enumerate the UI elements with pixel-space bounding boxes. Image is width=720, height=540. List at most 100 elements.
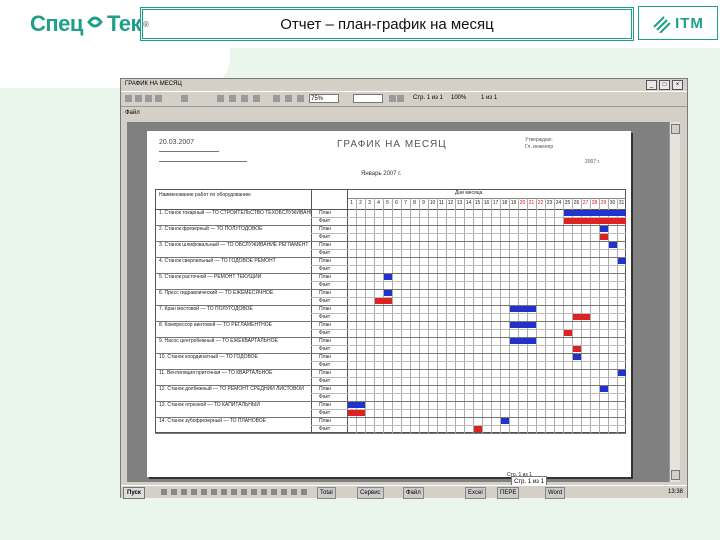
start-button[interactable]: Пуск — [123, 487, 145, 499]
report-month: Январь 2007 г. — [361, 171, 402, 177]
day-number: 29 — [600, 200, 607, 206]
zoom-select[interactable]: 75% — [309, 94, 339, 103]
file-menu[interactable]: Файл — [125, 110, 140, 116]
scroll-down-arrow[interactable] — [671, 470, 680, 480]
binoculars-icon[interactable] — [253, 95, 260, 102]
fact-label: Факт — [319, 330, 331, 336]
plan-bar — [384, 274, 392, 280]
prev-page-icon[interactable] — [135, 95, 142, 102]
save-icon[interactable] — [229, 95, 236, 102]
task-label: 3. Станок шлифовальный — ТО ОБСЛУЖИВАНИЕ… — [159, 242, 309, 248]
zoom-out-icon[interactable] — [297, 95, 304, 102]
task-label: 2. Станок фрезерный — ТО ПОЛУГОДОВОЕ — [159, 226, 263, 232]
taskbar-clock: 13:38 — [667, 489, 683, 495]
quicklaunch-icon[interactable] — [221, 489, 227, 495]
task-label: 5. Станок расточной — РЕМОНТ ТЕКУЩИЙ — [159, 274, 262, 280]
task-label: 14. Станок зубофрезерный — ТО ПЛАНОВОЕ — [159, 418, 267, 424]
taskbar-item[interactable]: ПЕРЕ — [497, 487, 520, 499]
print-icon[interactable] — [181, 95, 188, 102]
day-number: 2 — [359, 200, 362, 206]
day-number: 30 — [609, 200, 616, 206]
taskbar-item[interactable]: Файл — [403, 487, 424, 499]
quicklaunch-icon[interactable] — [161, 489, 167, 495]
search-icon[interactable] — [241, 95, 248, 102]
fact-label: Факт — [319, 298, 331, 304]
quicklaunch-icon[interactable] — [251, 489, 257, 495]
vertical-scrollbar[interactable] — [669, 122, 680, 482]
minimize-button[interactable]: _ — [646, 80, 657, 90]
quicklaunch-icon[interactable] — [231, 489, 237, 495]
plan-bar — [510, 322, 536, 328]
fact-label: Факт — [319, 362, 331, 368]
day-number: 13 — [456, 200, 463, 206]
slide-title: Отчет – план-график на месяц — [140, 7, 634, 41]
quicklaunch-icon[interactable] — [201, 489, 207, 495]
plan-label: План — [319, 274, 332, 280]
spectek-logo: Спец Тек ® — [30, 8, 149, 40]
plan-label: План — [319, 354, 332, 360]
taskbar-item[interactable]: Word — [545, 487, 566, 499]
fact-label: Факт — [319, 394, 331, 400]
first-page-icon[interactable] — [125, 95, 132, 102]
fact-bar — [573, 346, 581, 352]
signature-line — [159, 161, 247, 162]
report-title: ГРАФИК НА МЕСЯЦ — [337, 139, 447, 150]
task-label: 1. Станок токарный — ТО СТРОИТЕЛЬСТВО ТЕ… — [159, 210, 311, 216]
quicklaunch-icon[interactable] — [271, 489, 277, 495]
report-window: ГРАФИК НА МЕСЯЦ _ □ × 75% Стр. 1 из 1 10… — [120, 78, 688, 499]
page-prev-icon[interactable] — [389, 95, 396, 102]
day-number: 24 — [555, 200, 562, 206]
quicklaunch-icon[interactable] — [291, 489, 297, 495]
zoom-in-icon[interactable] — [285, 95, 292, 102]
maximize-button[interactable]: □ — [659, 80, 670, 90]
plan-bar — [510, 306, 536, 312]
plan-bar — [510, 338, 536, 344]
fact-label: Факт — [319, 410, 331, 416]
plan-fact-divider — [311, 329, 626, 330]
close-button[interactable]: × — [672, 80, 683, 90]
taskbar-item[interactable]: Total — [317, 487, 336, 499]
plan-fact-divider — [311, 377, 626, 378]
grid-icon[interactable] — [273, 95, 280, 102]
page-input[interactable] — [353, 94, 383, 103]
plan-label: План — [319, 386, 332, 392]
quicklaunch-icon[interactable] — [281, 489, 287, 495]
quicklaunch-icon[interactable] — [261, 489, 267, 495]
record-info: 1 из 1 — [481, 95, 498, 101]
plan-bar — [384, 290, 392, 296]
taskbar-item[interactable]: Excel — [465, 487, 486, 499]
next-page-icon[interactable] — [145, 95, 152, 102]
quicklaunch-icon[interactable] — [191, 489, 197, 495]
fact-bar — [600, 234, 608, 240]
quicklaunch-icon[interactable] — [301, 489, 307, 495]
scroll-up-arrow[interactable] — [671, 124, 680, 134]
task-label: 11. Вентиляция приточная — ТО КВАРТАЛЬНО… — [159, 370, 273, 376]
day-number: 9 — [422, 200, 425, 206]
zoom-readout: 100% — [451, 95, 467, 101]
day-number: 8 — [413, 200, 416, 206]
day-number: 21 — [528, 200, 535, 206]
task-label: 7. Кран мостовой — ТО ПОЛУГОДОВОЕ — [159, 306, 253, 312]
day-number: 12 — [447, 200, 454, 206]
report-toolbar: 75% Стр. 1 из 1 100% 1 из 1 — [121, 91, 687, 107]
last-page-icon[interactable] — [155, 95, 162, 102]
day-number: 6 — [395, 200, 398, 206]
quicklaunch-icon[interactable] — [241, 489, 247, 495]
page-next-icon[interactable] — [397, 95, 404, 102]
export-icon[interactable] — [217, 95, 224, 102]
task-label: 13. Станок отрезной — ТО КАПИТАЛЬНЫЙ — [159, 402, 260, 408]
day-number: 16 — [483, 200, 490, 206]
plan-bar — [573, 354, 581, 360]
window-titlebar[interactable]: ГРАФИК НА МЕСЯЦ _ □ × — [121, 79, 687, 90]
quicklaunch-icon[interactable] — [181, 489, 187, 495]
day-number: 15 — [474, 200, 481, 206]
plan-bar — [600, 226, 608, 232]
quicklaunch-icon[interactable] — [211, 489, 217, 495]
logo-left-part1: Спец — [30, 11, 83, 36]
plan-fact-divider — [311, 297, 626, 298]
quicklaunch-icon[interactable] — [171, 489, 177, 495]
taskbar-item[interactable]: Сервис — [357, 487, 384, 499]
fact-label: Факт — [319, 378, 331, 384]
day-number: 11 — [438, 200, 445, 206]
plan-label: План — [319, 338, 332, 344]
